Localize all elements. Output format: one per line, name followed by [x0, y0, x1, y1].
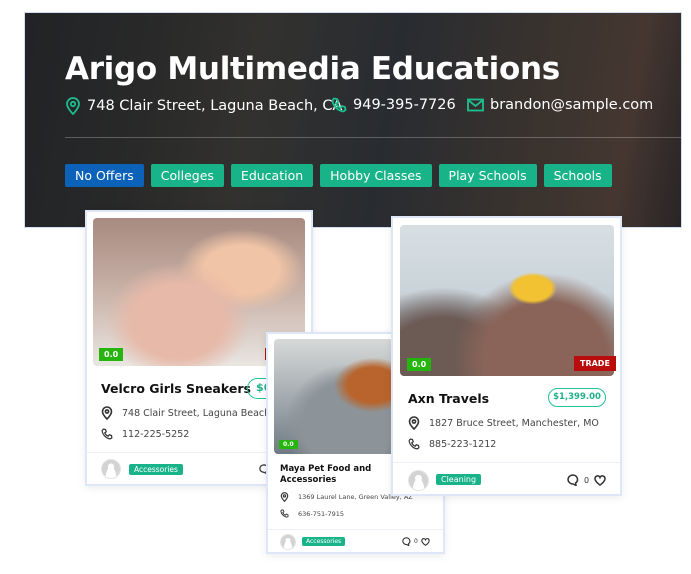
listing-title[interactable]: Axn Travels — [408, 391, 489, 406]
tag-hobby-classes[interactable]: Hobby Classes — [320, 164, 432, 187]
divider — [65, 137, 681, 138]
card-footer — [268, 529, 443, 530]
email-icon — [467, 98, 484, 112]
location-pin-icon — [280, 492, 289, 502]
card-footer — [393, 462, 620, 463]
phone-icon — [280, 509, 289, 518]
location-pin-icon — [66, 97, 80, 115]
tag-colleges[interactable]: Colleges — [150, 164, 224, 187]
tag-schools[interactable]: Schools — [543, 164, 612, 187]
listing-address: 1827 Bruce Street, Manchester, MO — [408, 416, 599, 430]
location-pin-icon — [408, 416, 420, 430]
listing-header: Arigo Multimedia Educations 748 Clair St… — [24, 12, 682, 228]
heart-icon[interactable] — [421, 537, 430, 546]
listing-phone[interactable]: 112-225-5252 — [101, 428, 189, 440]
price-badge: $1,399.00 — [548, 388, 606, 407]
comment-count: 0 — [584, 475, 590, 485]
comment-icon[interactable] — [402, 537, 411, 546]
header-phone[interactable]: 949-395-7726 — [331, 97, 456, 113]
comment-icon[interactable] — [567, 474, 579, 486]
trade-badge: TRADE — [574, 356, 616, 371]
avatar[interactable] — [280, 534, 296, 550]
header-address: 748 Clair Street, Laguna Beach, CA — [65, 97, 342, 115]
avatar[interactable] — [101, 459, 121, 479]
tag-list: No Offers Colleges Education Hobby Class… — [65, 164, 612, 187]
listing-address: 748 Clair Street, Laguna Beach, CA — [101, 406, 289, 420]
location-pin-icon — [101, 406, 113, 420]
category-tag[interactable]: Accessories — [129, 464, 183, 475]
category-tag[interactable]: Cleaning — [436, 474, 482, 485]
card-actions: 0 — [567, 474, 606, 486]
listing-phone[interactable]: 636-751-7915 — [280, 509, 344, 518]
page-title: Arigo Multimedia Educations — [65, 51, 560, 87]
avatar[interactable] — [408, 470, 429, 491]
rating-badge: 0.0 — [279, 440, 298, 449]
phone-icon — [101, 428, 113, 440]
phone-icon — [408, 438, 420, 450]
rating-badge: 0.0 — [407, 358, 432, 371]
listing-phone[interactable]: 885-223-1212 — [408, 438, 496, 450]
card-actions: 0 — [402, 537, 430, 546]
listing-title[interactable]: Velcro Girls Sneakers — [101, 381, 251, 396]
heart-icon[interactable] — [594, 474, 606, 486]
tag-education[interactable]: Education — [230, 164, 314, 187]
header-email[interactable]: brandon@sample.com — [467, 97, 653, 113]
comment-count: 0 — [414, 538, 418, 545]
phone-icon — [331, 97, 347, 113]
rating-badge: 0.0 — [99, 348, 124, 361]
category-tag[interactable]: Accessories — [302, 537, 346, 546]
listing-image[interactable] — [400, 225, 614, 376]
tag-no-offers[interactable]: No Offers — [65, 164, 144, 187]
listing-card[interactable]: 0.0 TRADE Axn Travels $1,399.00 1827 Bru… — [391, 216, 622, 496]
tag-play-schools[interactable]: Play Schools — [438, 164, 537, 187]
